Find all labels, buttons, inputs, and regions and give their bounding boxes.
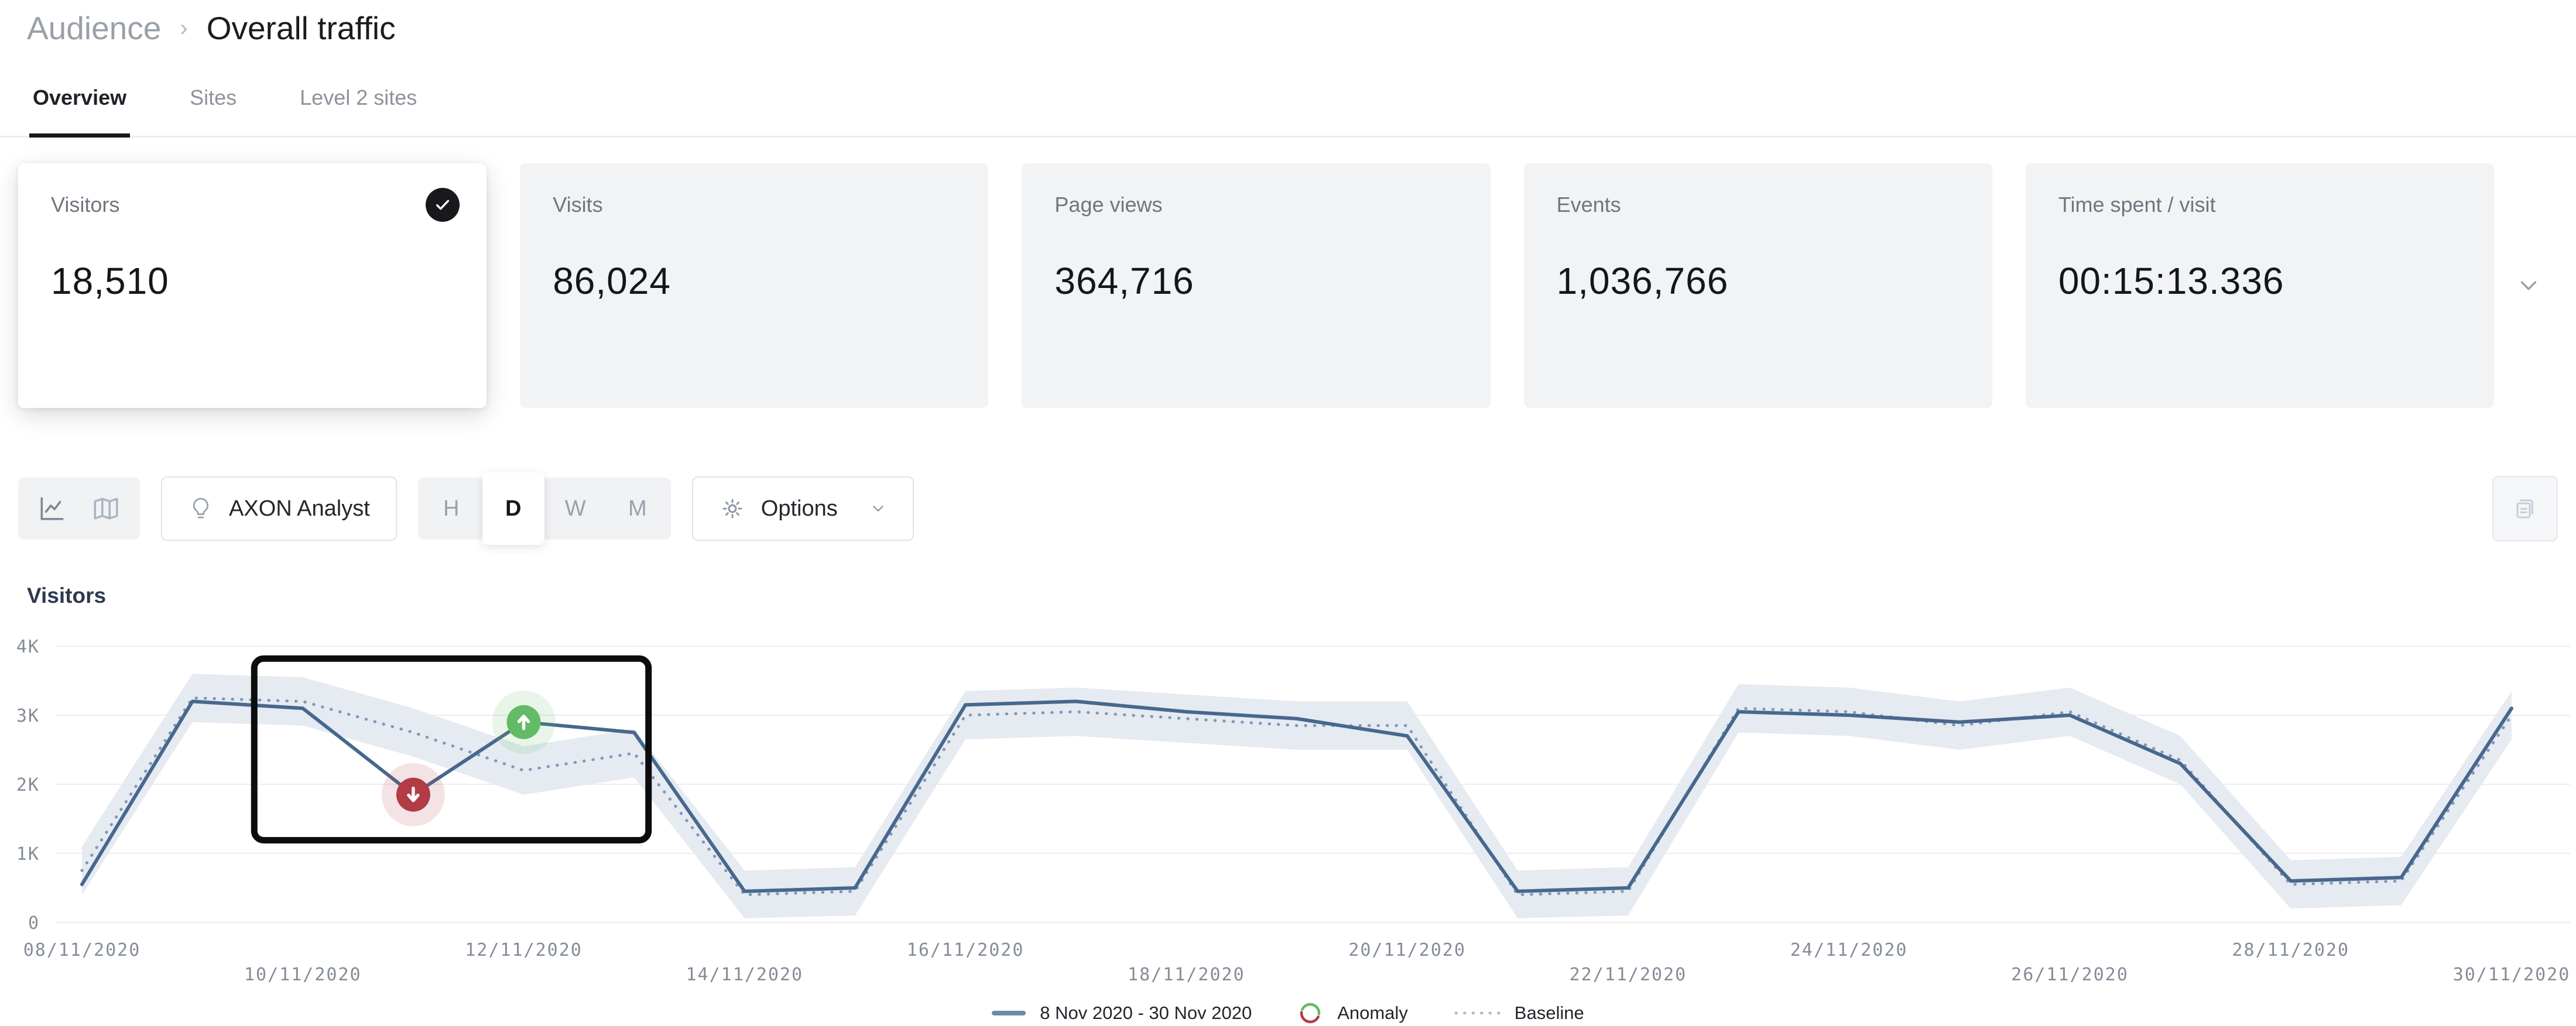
check-icon — [433, 195, 452, 214]
page-title: Overall traffic — [207, 9, 396, 47]
svg-text:24/11/2020: 24/11/2020 — [1790, 940, 1908, 960]
series-line-swatch — [992, 1011, 1026, 1015]
kpi-card-visits[interactable]: Visits 86,024 — [520, 163, 988, 408]
kpi-label: Visits — [553, 193, 955, 217]
tab-overview[interactable]: Overview — [29, 78, 130, 138]
kpi-label: Time spent / visit — [2058, 193, 2461, 217]
chevron-down-icon — [869, 500, 887, 517]
svg-text:08/11/2020: 08/11/2020 — [23, 940, 141, 960]
svg-text:28/11/2020: 28/11/2020 — [2232, 940, 2349, 960]
svg-text:14/11/2020: 14/11/2020 — [686, 965, 804, 985]
svg-text:2K: 2K — [16, 775, 40, 795]
line-chart-view-button[interactable] — [25, 482, 79, 536]
view-toggle-group — [18, 478, 140, 540]
tab-level2-sites[interactable]: Level 2 sites — [296, 78, 420, 138]
svg-text:12/11/2020: 12/11/2020 — [465, 940, 583, 960]
kpi-card-events[interactable]: Events 1,036,766 — [1524, 163, 1992, 408]
line-chart-icon — [37, 494, 67, 523]
kpi-card-row: Visitors 18,510 Visits 86,024 Page views… — [0, 163, 2576, 408]
chart-title: Visitors — [27, 584, 2576, 608]
kpi-value: 18,510 — [51, 259, 454, 303]
anomaly-circle-icon — [1297, 1000, 1323, 1026]
visitors-line-chart[interactable]: 4K 3K 2K 1K 0 08/11/2020 10/11/2020 12/11/2020 1… — [0, 609, 2576, 996]
legend-series-label: 8 Nov 2020 - 30 Nov 2020 — [1040, 1003, 1252, 1024]
copy-icon — [2511, 495, 2539, 523]
kpi-value: 86,024 — [553, 259, 955, 303]
svg-text:1K: 1K — [16, 844, 40, 864]
options-label: Options — [761, 496, 838, 521]
granularity-switcher: H D W M — [418, 478, 671, 540]
svg-text:16/11/2020: 16/11/2020 — [907, 940, 1025, 960]
breadcrumb: Audience › Overall traffic — [0, 0, 2576, 47]
svg-text:20/11/2020: 20/11/2020 — [1348, 940, 1466, 960]
selected-check-badge — [426, 188, 460, 222]
svg-text:18/11/2020: 18/11/2020 — [1128, 965, 1245, 985]
svg-text:10/11/2020: 10/11/2020 — [244, 965, 362, 985]
kpi-value: 1,036,766 — [1557, 259, 1960, 303]
granularity-week[interactable]: W — [544, 478, 607, 540]
axon-analyst-label: AXON Analyst — [229, 496, 370, 521]
baseline-dotted-swatch — [1454, 1010, 1501, 1016]
legend-series: 8 Nov 2020 - 30 Nov 2020 — [992, 1003, 1252, 1024]
svg-text:26/11/2020: 26/11/2020 — [2011, 965, 2129, 985]
tab-sites[interactable]: Sites — [186, 78, 240, 138]
svg-text:22/11/2020: 22/11/2020 — [1570, 965, 1687, 985]
legend-baseline-label: Baseline — [1515, 1003, 1584, 1024]
kpi-label: Events — [1557, 193, 1960, 217]
chart-toolbar: AXON Analyst H D W M Options — [18, 472, 2558, 545]
lightbulb-icon — [188, 496, 214, 521]
kpi-card-visitors[interactable]: Visitors 18,510 — [18, 163, 487, 408]
kpi-row-chevron-down-icon[interactable] — [2515, 272, 2542, 299]
kpi-label: Page views — [1054, 193, 1457, 217]
svg-text:30/11/2020: 30/11/2020 — [2453, 965, 2571, 985]
map-icon — [91, 494, 121, 523]
svg-text:3K: 3K — [16, 706, 40, 726]
svg-text:0: 0 — [28, 913, 40, 934]
legend-anomaly: Anomaly — [1297, 1000, 1408, 1026]
legend-anomaly-label: Anomaly — [1337, 1003, 1408, 1024]
gear-icon — [719, 495, 746, 522]
kpi-label: Visitors — [51, 193, 454, 217]
breadcrumb-separator-icon: › — [180, 15, 187, 42]
breadcrumb-section[interactable]: Audience — [27, 9, 161, 47]
granularity-day[interactable]: D — [482, 472, 544, 545]
kpi-value: 00:15:13.336 — [2058, 259, 2461, 303]
export-copy-button[interactable] — [2492, 476, 2558, 541]
chart-legend: 8 Nov 2020 - 30 Nov 2020 Anomaly Baselin… — [0, 1000, 2576, 1026]
map-view-button[interactable] — [79, 482, 133, 536]
granularity-month[interactable]: M — [607, 478, 669, 540]
kpi-card-time-spent[interactable]: Time spent / visit 00:15:13.336 — [2026, 163, 2494, 408]
options-button[interactable]: Options — [692, 476, 914, 541]
axon-analyst-button[interactable]: AXON Analyst — [161, 476, 397, 541]
granularity-hour[interactable]: H — [420, 478, 482, 540]
tab-bar: Overview Sites Level 2 sites — [0, 78, 2576, 138]
kpi-value: 364,716 — [1054, 259, 1457, 303]
kpi-card-page-views[interactable]: Page views 364,716 — [1022, 163, 1490, 408]
svg-text:4K: 4K — [16, 637, 40, 657]
legend-baseline: Baseline — [1454, 1003, 1584, 1024]
